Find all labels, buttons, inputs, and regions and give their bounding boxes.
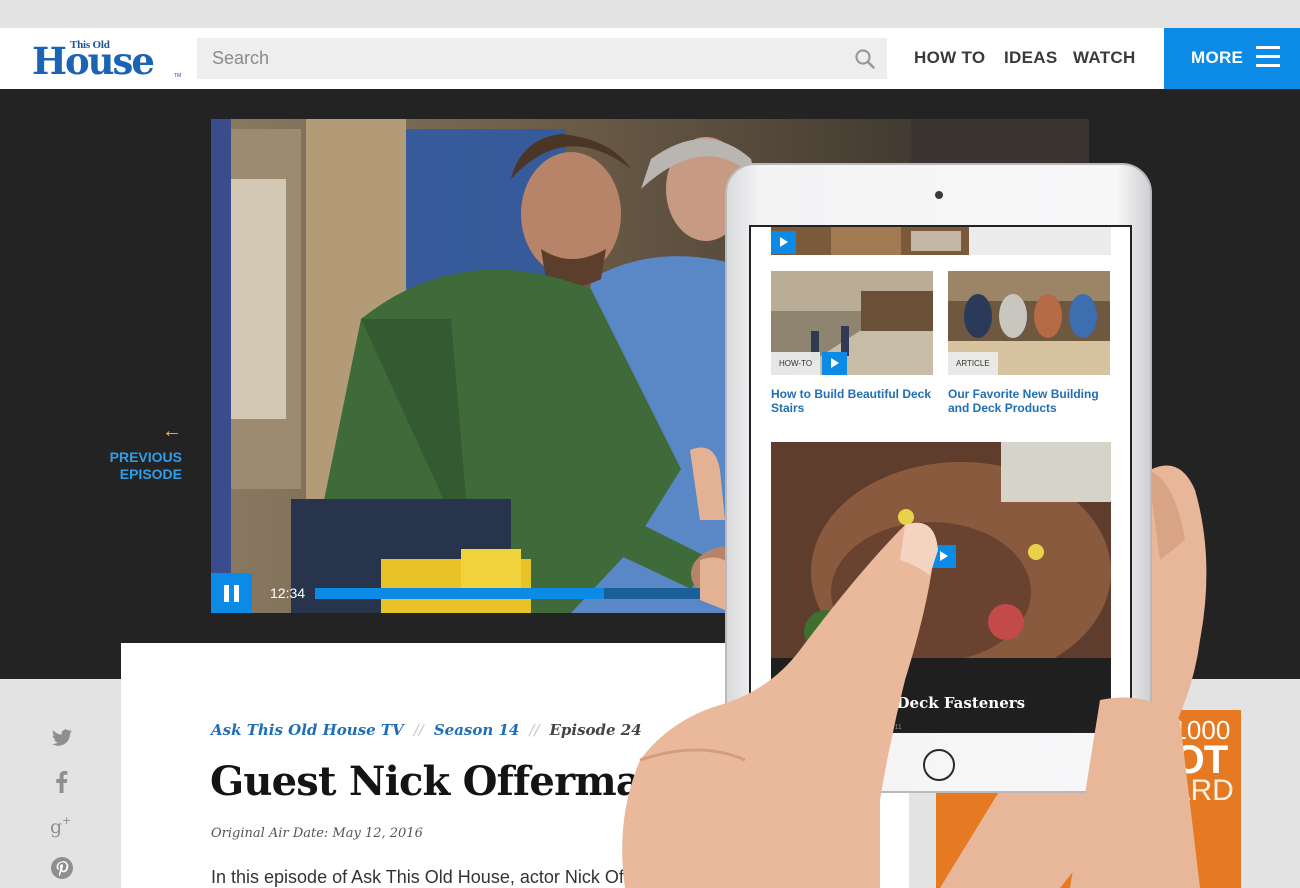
site-header: This Old House TM HOW TO IDEAS WATCH MOR…	[0, 28, 1300, 89]
nav-ideas[interactable]: IDEAS	[1004, 48, 1057, 68]
tile-badge: ARTICLE	[948, 352, 998, 375]
feature-caption: V ing, Deck Fasteners ARY 20, 2011	[771, 658, 1111, 731]
site-logo[interactable]: This Old House TM	[32, 39, 182, 83]
tablet-feature-deck[interactable]	[771, 442, 1111, 682]
tile-image: HOW-TO	[771, 271, 933, 375]
pause-button[interactable]	[211, 573, 252, 613]
tile-badge: HOW-TO	[771, 352, 821, 375]
logo-big-text: House	[32, 39, 155, 83]
play-icon[interactable]	[822, 352, 847, 375]
previous-episode-label: PREVIOUS EPISODE	[109, 449, 182, 482]
arrow-left-icon: ←	[162, 420, 182, 442]
nav-how-to[interactable]: HOW TO	[914, 48, 985, 68]
tablet-screen: HOW-TO How to Build Beautiful Deck Stair…	[749, 225, 1132, 733]
home-button[interactable]	[923, 749, 955, 781]
current-time: 12:34	[270, 585, 306, 601]
tile-image	[771, 227, 969, 255]
trademark-mark: TM	[174, 73, 182, 79]
air-date: Original Air Date: May 12, 2016	[211, 826, 423, 841]
feature-title[interactable]: ing, Deck Fasteners	[859, 694, 1025, 712]
tablet-tile-deck-stairs[interactable]: HOW-TO How to Build Beautiful Deck Stair…	[771, 271, 933, 421]
pinterest-icon[interactable]	[48, 854, 76, 882]
feature-date: ARY 20, 2011	[859, 724, 902, 731]
search-icon[interactable]	[854, 48, 876, 70]
facebook-icon[interactable]	[48, 768, 76, 796]
progress-fill	[315, 588, 604, 599]
tablet-camera	[935, 191, 943, 199]
more-menu-button[interactable]: MORE	[1164, 28, 1300, 89]
tablet-tile-building-products[interactable]: ARTICLE Our Favorite New Building and De…	[948, 271, 1110, 421]
tile-image: ARTICLE	[948, 271, 1110, 375]
play-icon[interactable]	[771, 231, 796, 254]
tile-caption[interactable]: Our Favorite New Building and Deck Produ…	[948, 387, 1110, 415]
search-bar	[197, 38, 887, 79]
feature-tag: V	[871, 676, 878, 686]
search-input[interactable]	[197, 38, 837, 79]
tablet-tile-top[interactable]	[771, 227, 1111, 255]
play-icon[interactable]	[931, 545, 956, 568]
google-plus-icon[interactable]: g +	[48, 811, 76, 839]
svg-text:+: +	[62, 814, 71, 827]
breadcrumb-separator: //	[413, 721, 424, 739]
tile-caption[interactable]: How to Build Beautiful Deck Stairs	[771, 387, 931, 415]
browser-chrome	[0, 0, 1300, 28]
pause-icon	[224, 585, 229, 602]
breadcrumb-separator: //	[529, 721, 540, 739]
svg-text:g: g	[50, 816, 62, 838]
more-label: MORE	[1191, 48, 1244, 67]
page-title: Guest Nick Offerman	[210, 758, 670, 805]
breadcrumb-episode: Episode 24	[549, 721, 642, 739]
breadcrumb: Ask This Old House TV // Season 14 // Episod…	[211, 721, 642, 739]
tablet-device: HOW-TO How to Build Beautiful Deck Stair…	[725, 163, 1152, 793]
breadcrumb-show[interactable]: Ask This Old House TV	[211, 721, 404, 739]
article-intro: In this episode of Ask This Old House, a…	[211, 867, 624, 887]
twitter-icon[interactable]	[48, 724, 76, 752]
nav-watch[interactable]: WATCH	[1073, 48, 1136, 68]
hamburger-icon	[1256, 46, 1280, 68]
previous-episode-link[interactable]: ← PREVIOUS EPISODE	[100, 421, 182, 483]
breadcrumb-season[interactable]: Season 14	[434, 721, 520, 739]
